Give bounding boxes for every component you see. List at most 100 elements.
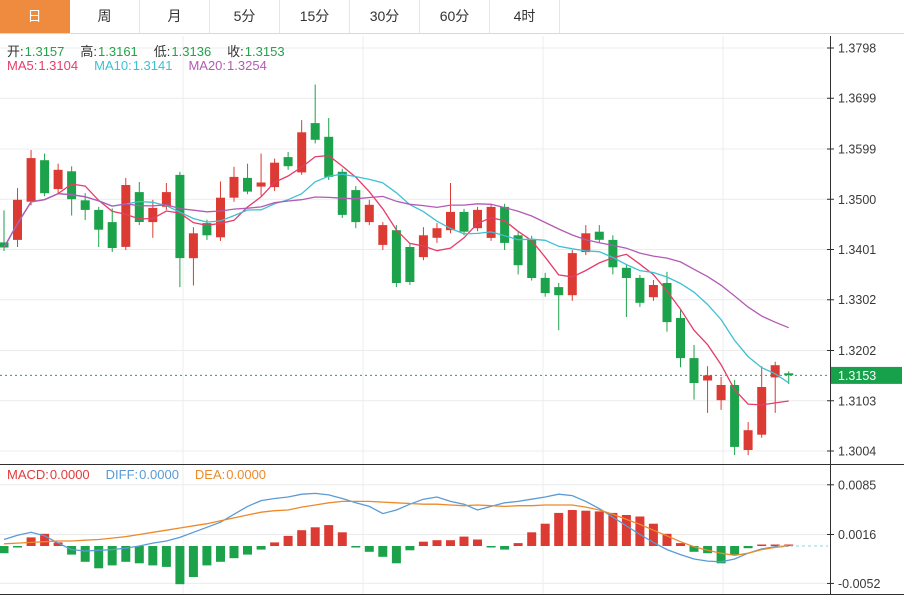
y-axis-label: 1.3699: [838, 92, 876, 106]
legend-value: 0.0000: [226, 467, 266, 482]
tab-month[interactable]: 月: [140, 0, 210, 33]
candle-body: [568, 253, 577, 295]
legend-label: 高:: [80, 44, 97, 59]
macd-hist-bar: [460, 537, 469, 546]
legend-macd-item: DEA:0.0000: [195, 467, 270, 482]
candle-body: [27, 158, 36, 202]
y-axis-label: 1.3103: [838, 394, 876, 408]
candle-body: [676, 318, 685, 358]
candlestick-chart-canvas[interactable]: 1.37981.36991.35991.35001.34011.33021.32…: [0, 0, 904, 597]
candle-body: [13, 200, 22, 240]
legend-value: 1.3141: [133, 58, 173, 73]
macd-hist-bar: [541, 524, 550, 546]
macd-hist-bar: [500, 546, 509, 550]
candle-body: [189, 233, 198, 258]
candle-body: [757, 387, 766, 435]
candle-body: [595, 232, 604, 240]
legend-value: 1.3157: [25, 44, 65, 59]
candle-body: [703, 375, 712, 380]
candle-body: [311, 123, 320, 140]
macd-hist-bar: [554, 513, 563, 546]
candle-body: [284, 157, 293, 166]
y-axis-label: 1.3302: [838, 293, 876, 307]
legend-macd-item: DIFF:0.0000: [106, 467, 183, 482]
legend-value: 1.3161: [98, 44, 138, 59]
y-axis-label: 1.3401: [838, 243, 876, 257]
candle-body: [730, 385, 739, 447]
tab-5min[interactable]: 5分: [210, 0, 280, 33]
candle-body: [54, 170, 63, 189]
macd-hist-bar: [13, 546, 22, 548]
macd-hist-bar: [216, 546, 225, 562]
y-axis-label: 1.3004: [838, 445, 876, 459]
candle-body: [622, 268, 631, 278]
candle-body: [230, 177, 239, 198]
y-axis-label: 1.3500: [838, 193, 876, 207]
macd-hist-bar: [595, 511, 604, 546]
candle-body: [433, 228, 442, 238]
legend-ma-item: MA5:1.3104: [7, 58, 82, 73]
candle-body: [94, 210, 103, 230]
candle-body: [744, 430, 753, 450]
legend-ohlc-item: 低:1.3136: [154, 44, 215, 59]
candle-body: [541, 278, 550, 293]
candle-body: [554, 287, 563, 295]
y-axis-label: 1.3798: [838, 42, 876, 56]
tab-60min[interactable]: 60分: [420, 0, 490, 33]
ma-legend: MA5:1.3104MA10:1.3141MA20:1.3254: [7, 58, 283, 73]
macd-hist-bar: [392, 546, 401, 563]
tab-4hour[interactable]: 4时: [490, 0, 560, 33]
legend-ohlc-item: 收:1.3153: [227, 44, 288, 59]
tab-30min[interactable]: 30分: [350, 0, 420, 33]
timeframe-tabbar: 日周月5分15分30分60分4时: [0, 0, 904, 34]
legend-ohlc-item: 开:1.3157: [7, 44, 68, 59]
legend-label: 低:: [154, 44, 171, 59]
candle-body: [365, 205, 374, 222]
candle-body: [270, 163, 279, 187]
legend-value: 0.0000: [139, 467, 179, 482]
y-axis-label: -0.0052: [838, 577, 880, 591]
candle-body: [690, 358, 699, 383]
macd-hist-bar: [730, 546, 739, 555]
candle-body: [81, 200, 90, 210]
legend-macd-item: MACD:0.0000: [7, 467, 94, 482]
candle-body: [392, 230, 401, 283]
macd-hist-bar: [175, 546, 184, 584]
macd-hist-bar: [473, 540, 482, 547]
macd-hist-bar: [351, 546, 360, 548]
tab-day[interactable]: 日: [0, 0, 70, 33]
candle-body: [243, 178, 252, 192]
macd-hist-bar: [568, 510, 577, 546]
candle-body: [581, 233, 590, 252]
candle-body: [663, 283, 672, 322]
trading-chart-app: 日周月5分15分30分60分4时 1.3798 1.3699 1.3599 1.350…: [0, 0, 904, 597]
legend-label: MA20:: [188, 58, 226, 73]
macd-hist-bar: [324, 525, 333, 546]
candle-body: [257, 183, 266, 187]
y-axis-label: 1.3599: [838, 143, 876, 157]
y-axis-label: 0.0085: [838, 478, 876, 492]
legend-label: MA10:: [94, 58, 132, 73]
macd-hist-bar: [270, 542, 279, 546]
macd-hist-bar: [514, 543, 523, 546]
macd-hist-bar: [189, 546, 198, 577]
macd-hist-bar: [311, 527, 320, 546]
macd-hist-bar: [419, 542, 428, 546]
candle-body: [608, 240, 617, 267]
candle-body: [784, 373, 793, 375]
macd-hist-bar: [148, 546, 157, 565]
candle-body: [175, 175, 184, 258]
macd-hist-bar: [744, 546, 753, 548]
candle-body: [351, 190, 360, 222]
tab-15min[interactable]: 15分: [280, 0, 350, 33]
tab-week[interactable]: 周: [70, 0, 140, 33]
macd-hist-bar: [257, 546, 266, 550]
legend-ma-item: MA10:1.3141: [94, 58, 176, 73]
macd-hist-bar: [446, 540, 455, 546]
legend-value: 1.3104: [38, 58, 78, 73]
candle-body: [460, 212, 469, 232]
y-axis-label: 0.0016: [838, 528, 876, 542]
candle-body: [40, 160, 49, 193]
legend-label: 开:: [7, 44, 24, 59]
legend-label: DIFF:: [106, 467, 139, 482]
